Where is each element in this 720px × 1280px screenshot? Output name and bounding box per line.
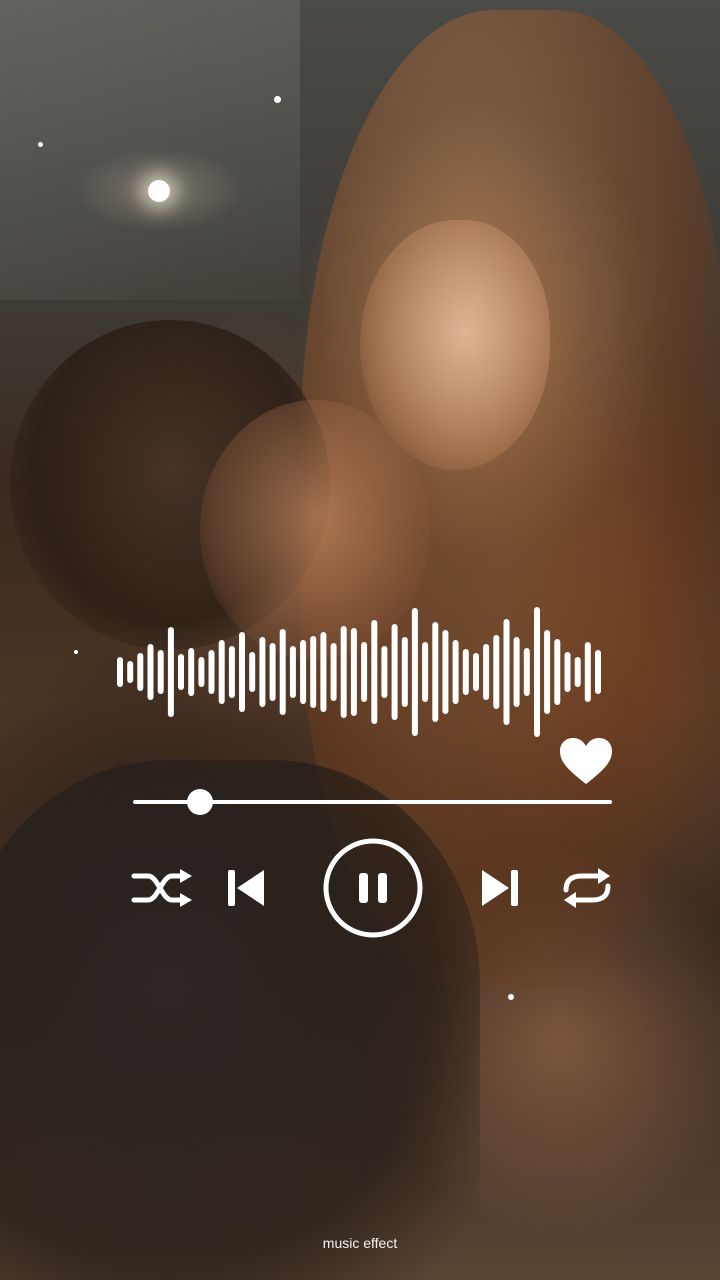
waveform-bar: [523, 648, 530, 696]
waveform-bar: [371, 620, 378, 724]
waveform-bar: [534, 607, 540, 737]
waveform-bar: [452, 640, 459, 704]
waveform-bar: [422, 642, 429, 702]
waveform-bar: [340, 626, 347, 718]
waveform-bar: [574, 657, 581, 687]
like-heart-icon[interactable]: [558, 736, 614, 786]
waveform-bar: [473, 653, 479, 691]
player-screen: music effect: [0, 0, 720, 1280]
waveform-bar: [564, 652, 571, 692]
waveform-bar: [178, 654, 184, 690]
waveform-bar: [310, 636, 317, 708]
waveform-bar: [147, 644, 154, 700]
waveform-bar: [239, 632, 245, 712]
next-icon[interactable]: [478, 866, 522, 910]
waveform-bar: [330, 643, 337, 701]
watermark-caption: music effect: [322, 1235, 398, 1251]
waveform-bar: [584, 642, 591, 702]
waveform-bar: [595, 650, 601, 694]
waveform-bar: [157, 650, 164, 694]
waveform-bar: [167, 627, 174, 717]
waveform-bar: [493, 635, 500, 709]
previous-icon[interactable]: [224, 866, 268, 910]
waveform-bar: [320, 632, 327, 712]
waveform-bar: [269, 643, 276, 701]
waveform-bar: [279, 629, 286, 715]
waveform-bar: [401, 637, 408, 707]
waveform-bar: [381, 646, 388, 698]
waveform-bar: [218, 640, 225, 704]
waveform-bar: [300, 640, 307, 704]
waveform-bar: [289, 646, 296, 698]
waveform-bar: [350, 628, 357, 716]
audio-waveform: [117, 607, 601, 737]
waveform-bar: [188, 648, 195, 696]
waveform-bar: [249, 652, 256, 692]
waveform-bar: [544, 630, 551, 714]
waveform-bar: [442, 630, 449, 714]
waveform-bar: [391, 624, 398, 720]
shuffle-icon[interactable]: [130, 866, 196, 910]
waveform-bar: [483, 644, 490, 700]
waveform-bar: [411, 608, 418, 736]
pause-icon: [359, 873, 368, 903]
waveform-bar: [361, 642, 368, 702]
seek-handle[interactable]: [187, 789, 214, 815]
waveform-bar: [554, 639, 561, 705]
waveform-bar: [228, 646, 235, 698]
waveform-bar: [117, 657, 123, 687]
waveform-bar: [513, 637, 520, 707]
waveform-bar: [137, 653, 144, 691]
waveform-bar: [432, 622, 439, 722]
waveform-bar: [259, 637, 266, 707]
waveform-bar: [127, 661, 134, 683]
waveform-bar: [208, 650, 215, 694]
waveform-bar: [462, 649, 469, 695]
waveform-bar: [503, 619, 510, 725]
repeat-icon[interactable]: [558, 866, 616, 910]
waveform-bar: [198, 657, 205, 687]
pause-button[interactable]: [322, 837, 424, 939]
